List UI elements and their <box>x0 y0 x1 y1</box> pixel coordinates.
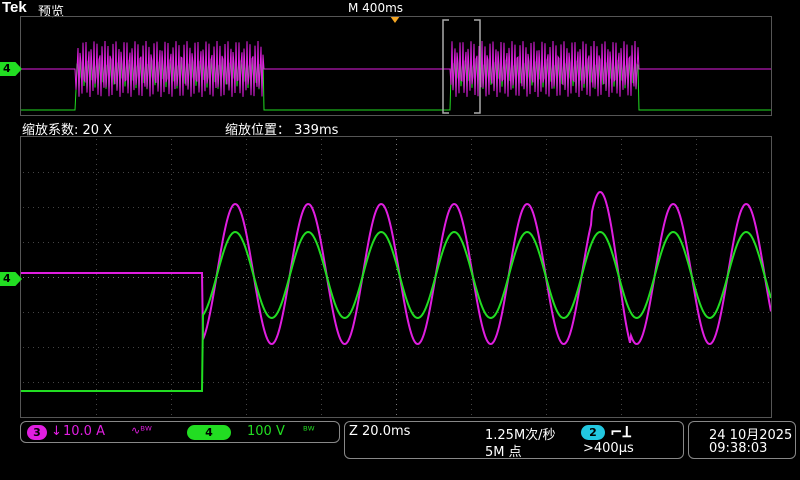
trigger-slope-icon: ⌐Ʇ <box>610 423 631 441</box>
top-bar: Tek 预览 M 400ms <box>0 0 800 20</box>
overview-ch4-ground-marker[interactable]: 4 <box>0 62 22 76</box>
ch4-bandwidth-icon: ᴮᵂ <box>303 424 315 437</box>
ch4-badge[interactable]: 4 <box>187 425 231 440</box>
ch3-scale[interactable]: 10.0 A <box>63 424 105 439</box>
zoom-waveform-svg <box>21 139 772 415</box>
datetime-panel: 24 10月2025 09:38:03 <box>688 421 796 459</box>
overview-ch3-trace <box>21 40 771 98</box>
channel-status-panel[interactable]: 3 ↓ 10.0 A ∿ᴮᵂ 4 100 V ᴮᵂ <box>20 421 340 443</box>
zoom-scale: Z 20.0ms <box>349 424 411 439</box>
trigger-source-badge[interactable]: 2 <box>581 425 605 440</box>
record-length: 5M 点 <box>485 445 522 460</box>
acquisition-panel[interactable]: Z 20.0ms 1.25M次/秒 5M 点 2 ⌐Ʇ >400μs <box>344 421 684 460</box>
brand-logo: Tek <box>2 0 27 16</box>
time-readout: 09:38:03 <box>709 441 768 456</box>
ch3-bandwidth-icon: ∿ᴮᵂ <box>131 424 152 437</box>
zoom-ch4-ground-marker[interactable]: 4 <box>0 272 22 286</box>
ch3-badge[interactable]: 3 <box>27 425 47 440</box>
ch4-scale[interactable]: 100 V <box>247 424 285 439</box>
ch3-coupling-icon: ↓ <box>51 424 62 439</box>
overview-waveform-svg <box>21 19 771 114</box>
timebase-readout[interactable]: M 400ms <box>348 1 403 15</box>
overview-waveform-panel[interactable] <box>20 16 772 116</box>
trigger-level: >400μs <box>583 441 634 456</box>
zoom-waveform-panel[interactable] <box>20 136 772 418</box>
